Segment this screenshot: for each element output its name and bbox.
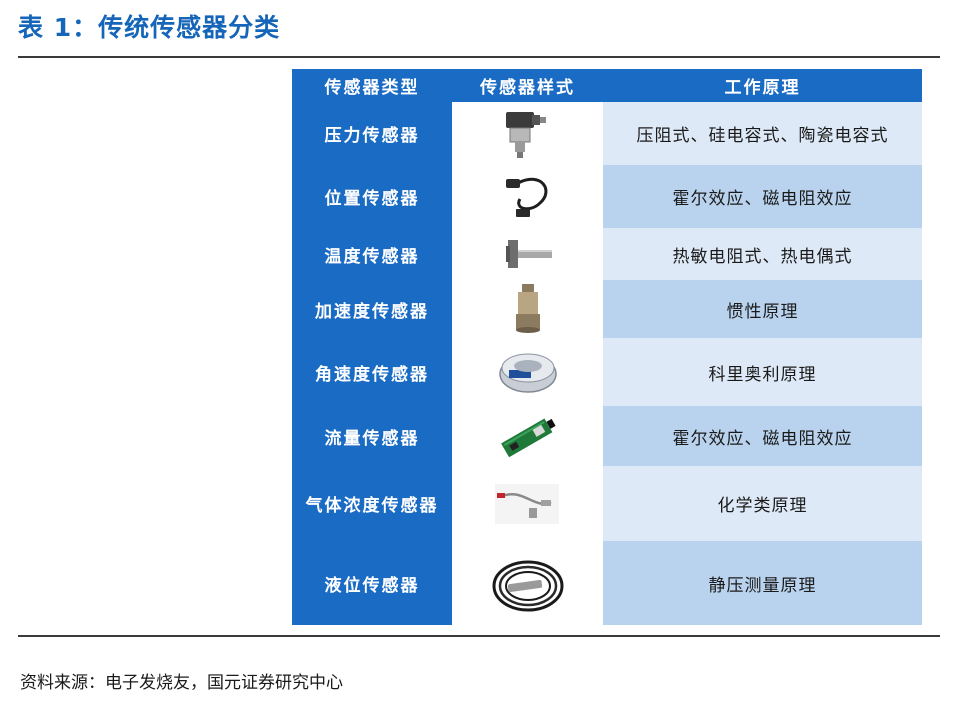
row-type: 流量传感器 <box>324 428 420 449</box>
pressure-sensor-icon <box>452 102 603 165</box>
table-row: 加速度传感器 惯性原理 <box>292 280 922 338</box>
table-row: 压力传感器 压阻式、硅电容式、陶瓷电容式 <box>292 102 922 165</box>
row-type: 压力传感器 <box>324 126 420 146</box>
row-principle: 霍尔效应、磁电阻效应 <box>603 406 922 466</box>
source-note: 资料来源：电子发烧友，国元证券研究中心 <box>20 673 343 693</box>
row-type: 位置传感器 <box>324 189 420 209</box>
row-principle: 压阻式、硅电容式、陶瓷电容式 <box>603 102 922 165</box>
top-divider <box>18 56 940 58</box>
row-principle: 惯性原理 <box>603 280 922 338</box>
table-row: 流量传感器 霍尔效应、磁电阻效应 <box>292 406 922 466</box>
table-row: 液位传感器 静压测量原理 <box>292 541 922 625</box>
gas-sensor-icon <box>452 466 603 541</box>
row-type: 加速度传感器 <box>315 301 429 322</box>
accelerometer-icon <box>452 280 603 338</box>
gyroscope-icon <box>452 338 603 406</box>
row-principle: 热敏电阻式、热电偶式 <box>603 228 922 280</box>
row-principle: 霍尔效应、磁电阻效应 <box>603 165 922 228</box>
bottom-divider <box>18 635 940 637</box>
flow-sensor-icon <box>452 406 603 466</box>
row-principle: 化学类原理 <box>603 466 922 541</box>
row-principle: 科里奥利原理 <box>603 338 922 406</box>
table-row: 位置传感器 霍尔效应、磁电阻效应 <box>292 165 922 228</box>
row-type: 温度传感器 <box>324 246 420 267</box>
header-style: 传感器样式 <box>452 69 603 102</box>
row-type: 气体浓度传感器 <box>305 496 439 516</box>
position-sensor-icon <box>452 165 603 228</box>
sensor-table: 传感器类型 传感器样式 工作原理 压力传感器 压阻式、硅电容式、陶瓷电容式 位置… <box>292 69 922 625</box>
table-row: 气体浓度传感器 化学类原理 <box>292 466 922 541</box>
table-row: 温度传感器 热敏电阻式、热电偶式 <box>292 228 922 280</box>
row-principle: 静压测量原理 <box>603 541 922 625</box>
row-type: 液位传感器 <box>324 575 420 596</box>
header-type: 传感器类型 <box>292 69 452 102</box>
row-type: 角速度传感器 <box>315 364 429 385</box>
temperature-sensor-icon <box>452 228 603 280</box>
table-row: 角速度传感器 科里奥利原理 <box>292 338 922 406</box>
table-title: 表 1：传统传感器分类 <box>18 13 281 42</box>
header-principle: 工作原理 <box>603 69 922 102</box>
level-sensor-icon <box>452 541 603 625</box>
